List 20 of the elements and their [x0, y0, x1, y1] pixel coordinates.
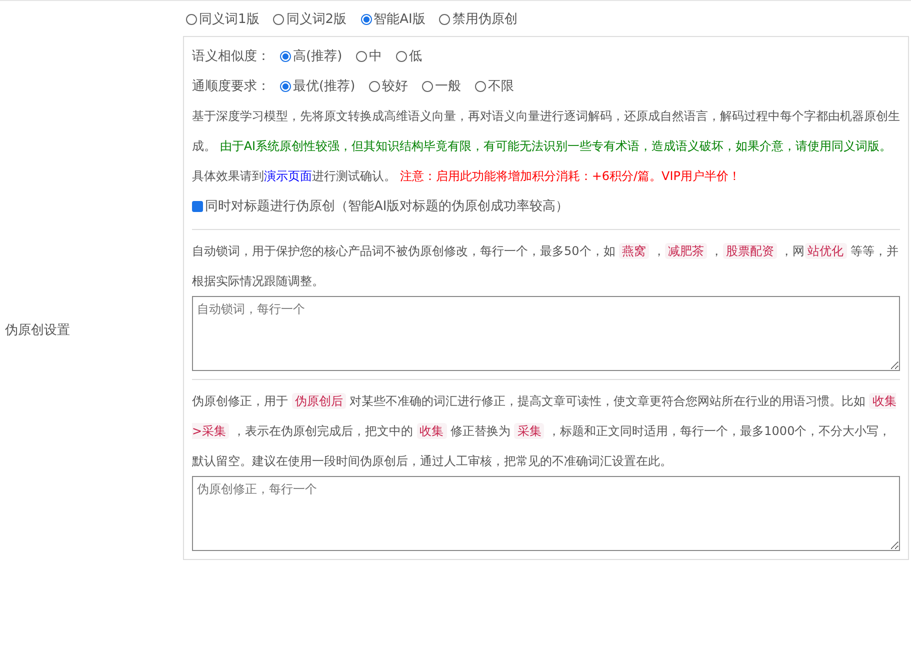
radio-option[interactable]: 同义词1版 — [186, 10, 260, 28]
text-area[interactable]: 自动锁词，每行一个 — [192, 296, 900, 371]
radio-option[interactable]: 一般 — [422, 77, 462, 95]
radio-option[interactable]: 中 — [356, 47, 382, 65]
radio-option[interactable]: 低 — [396, 47, 422, 65]
radio-option[interactable]: 最优(推荐) — [280, 77, 356, 95]
radio-option[interactable]: 禁用伪原创 — [439, 10, 518, 28]
checkbox-option[interactable]: 同时对标题进行伪原创（智能AI版对标题的伪原创成功率较高） — [192, 197, 569, 215]
radio-option[interactable]: 较好 — [369, 77, 408, 95]
section-label: 伪原创设置 — [5, 323, 70, 338]
option-label: 通顺度要求： — [192, 78, 270, 95]
radio-option[interactable]: 不限 — [475, 77, 514, 95]
description-text: 伪原创修正，用于 伪原创后 对某些不准确的词汇进行修正，提高文章可读性，使文章更符合您网站所在行业的用语习惯。比如 收集>采集 ，表示在伪原创完成后，把文中的 收集 修正替换为 采集 ，标题和正文同时适用，每行一个，最多1000个，不分大小写，默认留空。建议在使用一段时间伪原创后，通过人工审核，把常见的不准确词汇设置在此。 — [192, 392, 898, 470]
description-text: 基于深度学习模型，先将原文转换成高维语义向量，再对语义向量进行逐词解码，还原成自然语言，解码过程中每个字都由机器原创生成。 由于AI系统原创性较强，但其知识结构毕竟有限，有可能无法识别一些专有术语，造成语义破坏，如果介意，请使用同义词版。 具体效果请到演示页面进行测试确认。 注意：启用此功能将增加积分消耗：+6积分/篇。VIP用户半价！ — [192, 108, 900, 185]
text-area[interactable]: 伪原创修正，每行一个 — [192, 476, 900, 551]
description-text: 自动锁词，用于保护您的核心产品词不被伪原创修改，每行一个，最多50个，如 燕窝 ， 减肥茶 ， 股票配资 ，网 站优化 等等，并根据实际情况跟随调整。 — [192, 242, 900, 290]
radio-option[interactable]: 智能AI版 — [360, 10, 426, 28]
radio-option[interactable]: 同义词2版 — [273, 10, 347, 28]
radio-option[interactable]: 高(推荐) — [280, 47, 342, 65]
option-label: 语义相似度： — [192, 48, 270, 65]
